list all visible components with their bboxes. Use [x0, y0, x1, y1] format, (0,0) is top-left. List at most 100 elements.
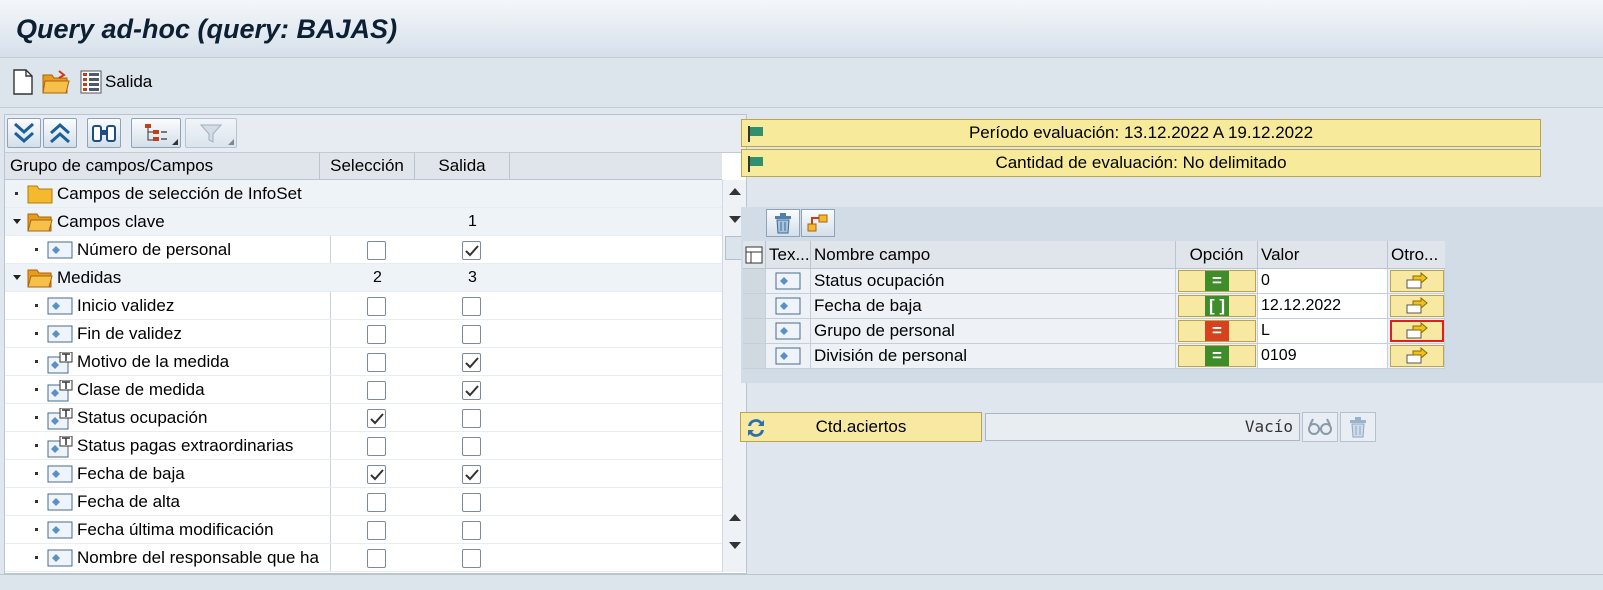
- field-icon: [775, 272, 801, 290]
- field-icon: [47, 493, 73, 511]
- value-input[interactable]: 0: [1258, 269, 1388, 294]
- option-not-equal-button[interactable]: =: [1178, 320, 1256, 342]
- value-input[interactable]: 12.12.2022: [1258, 294, 1388, 319]
- tree-item-label: Clase de medida: [77, 380, 205, 399]
- filter-menu-button[interactable]: [185, 118, 237, 148]
- equal-icon: =: [1205, 271, 1229, 291]
- selection-checkbox[interactable]: [367, 353, 386, 372]
- selection-checkbox[interactable]: [367, 297, 386, 316]
- tree-item-personnel-number[interactable]: Número de personal: [5, 236, 722, 264]
- tree-item-employment-status[interactable]: Status ocupación: [5, 404, 722, 432]
- tree-folder-key-fields[interactable]: Campos clave 1: [5, 208, 722, 236]
- tree-item-measure-reason[interactable]: Motivo de la medida: [5, 348, 722, 376]
- option-equal-button[interactable]: =: [1178, 270, 1256, 292]
- selection-checkbox[interactable]: [367, 381, 386, 400]
- collapse-all-button[interactable]: [43, 118, 77, 148]
- row-selector[interactable]: [743, 294, 766, 319]
- tree-item-leave-date[interactable]: Fecha de baja: [5, 460, 722, 488]
- expand-all-button[interactable]: [7, 118, 41, 148]
- checkmark-icon: [464, 244, 479, 256]
- output-checkbox[interactable]: [462, 437, 481, 456]
- output-checkbox[interactable]: [462, 549, 481, 568]
- option-equal-button[interactable]: =: [1178, 345, 1256, 367]
- tree-header: Grupo de campos/Campos Selección Salida: [5, 153, 722, 180]
- output-checkbox[interactable]: [462, 381, 481, 400]
- field-icon: [47, 521, 73, 539]
- open-button[interactable]: [42, 68, 70, 96]
- quantity-bar[interactable]: Cantidad de evaluación: No delimitado: [741, 149, 1541, 177]
- period-bar[interactable]: Período evaluación: 13.12.2022 A 19.12.2…: [741, 119, 1541, 147]
- delete-selection-button[interactable]: [766, 209, 800, 237]
- output-checkbox[interactable]: [462, 409, 481, 428]
- col-header-option[interactable]: Opción: [1176, 241, 1258, 269]
- selection-options-button[interactable]: [801, 209, 835, 237]
- new-button[interactable]: [12, 68, 34, 96]
- selection-count: 2: [373, 269, 382, 286]
- layout-menu-button[interactable]: [131, 118, 181, 148]
- count-hits-button[interactable]: Ctd.aciertos: [740, 412, 982, 442]
- selection-checkbox[interactable]: [367, 325, 386, 344]
- col-header-text[interactable]: Tex...: [766, 241, 811, 269]
- tree-item-entry-date[interactable]: Fecha de alta: [5, 488, 722, 516]
- row-selector[interactable]: [743, 319, 766, 344]
- count-hits-label: Ctd.aciertos: [815, 417, 907, 436]
- col-header-field-name[interactable]: Nombre campo: [811, 241, 1176, 269]
- tree-folder-measures[interactable]: Medidas 2 3: [5, 264, 722, 292]
- field-name-cell: Status ocupación: [811, 269, 1176, 294]
- col-header-group[interactable]: Grupo de campos/Campos: [5, 153, 320, 180]
- output-checkbox[interactable]: [462, 325, 481, 344]
- row-selector[interactable]: [743, 269, 766, 294]
- multiple-selection-button[interactable]: [1390, 320, 1444, 342]
- output-count: 3: [468, 269, 477, 286]
- find-button[interactable]: [87, 118, 121, 148]
- filter-icon: [199, 124, 223, 143]
- output-checkbox[interactable]: [462, 493, 481, 512]
- col-header-selection[interactable]: Selección: [320, 153, 415, 180]
- multiple-selection-button[interactable]: [1390, 295, 1444, 317]
- tree-item-label: Inicio validez: [77, 296, 175, 315]
- col-header-other[interactable]: Otro...: [1388, 241, 1445, 269]
- clear-hits-button[interactable]: [1340, 412, 1376, 442]
- tree-item-responsible-name[interactable]: Nombre del responsable que ha: [5, 544, 722, 572]
- field-type-cell: [766, 269, 811, 294]
- tree-item-end-validity[interactable]: Fin de validez: [5, 320, 722, 348]
- col-header-output[interactable]: Salida: [415, 153, 510, 180]
- show-hits-button[interactable]: [1302, 412, 1338, 442]
- row-selector[interactable]: [743, 344, 766, 369]
- trash-icon: [1350, 417, 1366, 438]
- output-checkbox[interactable]: [462, 465, 481, 484]
- field-name-cell: División de personal: [811, 344, 1176, 369]
- col-header-value[interactable]: Valor: [1258, 241, 1388, 269]
- tree-item-label: Status pagas extraordinarias: [77, 436, 294, 455]
- tree-item-extra-pay-status[interactable]: Status pagas extraordinarias: [5, 432, 722, 460]
- selection-checkbox[interactable]: [367, 241, 386, 260]
- binoculars-icon: [92, 125, 116, 142]
- tree-item-label: Campos de selección de InfoSet: [57, 184, 302, 203]
- field-icon: [47, 241, 73, 259]
- selection-checkbox[interactable]: [367, 465, 386, 484]
- output-checkbox[interactable]: [462, 521, 481, 540]
- hierarchy-icon: [145, 124, 167, 141]
- hits-count-field: Vacío: [985, 413, 1300, 441]
- output-checkbox[interactable]: [462, 241, 481, 260]
- selection-checkbox[interactable]: [367, 409, 386, 428]
- output-checkbox[interactable]: [462, 297, 481, 316]
- tree-folder-infoset-selection[interactable]: Campos de selección de InfoSet: [5, 180, 722, 208]
- arrow-right-icon: [1406, 347, 1428, 364]
- selection-checkbox[interactable]: [367, 437, 386, 456]
- tree-item-measure-type[interactable]: Clase de medida: [5, 376, 722, 404]
- value-input[interactable]: 0109: [1258, 344, 1388, 369]
- value-input[interactable]: L: [1258, 319, 1388, 344]
- output-checkbox[interactable]: [462, 353, 481, 372]
- multiple-selection-button[interactable]: [1390, 345, 1444, 367]
- tree-item-start-validity[interactable]: Inicio validez: [5, 292, 722, 320]
- selection-row: Status ocupación = 0: [743, 269, 1445, 294]
- selection-checkbox[interactable]: [367, 493, 386, 512]
- option-between-button[interactable]: [ ]: [1178, 295, 1256, 317]
- grid-settings-button[interactable]: [743, 241, 766, 269]
- tree-item-last-change-date[interactable]: Fecha última modificación: [5, 516, 722, 544]
- multiple-selection-button[interactable]: [1390, 270, 1444, 292]
- selection-checkbox[interactable]: [367, 549, 386, 568]
- selection-checkbox[interactable]: [367, 521, 386, 540]
- output-button[interactable]: Salida: [80, 68, 152, 96]
